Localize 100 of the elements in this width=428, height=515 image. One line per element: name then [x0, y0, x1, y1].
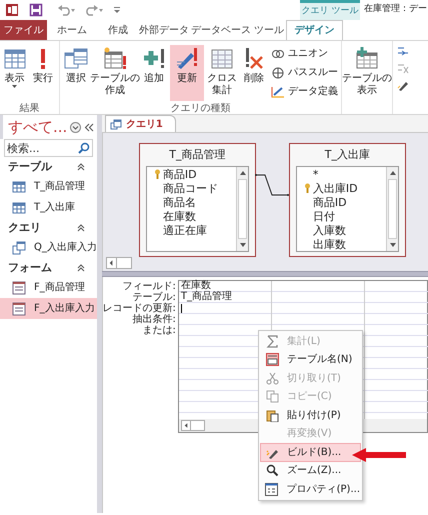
ribbon-button[interactable]: 追加	[140, 45, 168, 101]
field-name[interactable]: 入出庫ID	[312, 180, 358, 198]
collapse-icon[interactable]	[76, 264, 85, 272]
field-name[interactable]: 商品名	[162, 194, 196, 212]
plus-icon	[142, 47, 166, 71]
menu-item[interactable]: プロパティ(P)...	[260, 480, 361, 498]
collapse-icon[interactable]	[76, 163, 85, 171]
window-title: 在庫管理：デー	[363, 3, 428, 16]
builder-icon[interactable]	[397, 79, 409, 91]
table-icon	[12, 180, 26, 194]
document-tab[interactable]: クエリ1	[104, 115, 176, 132]
nav-item[interactable]: T_入出庫	[0, 197, 97, 218]
app-icon	[5, 3, 19, 17]
scrollbar[interactable]	[236, 167, 248, 251]
field-name[interactable]: 日付	[312, 208, 335, 226]
field-name[interactable]: *	[312, 166, 318, 184]
nav-item[interactable]: T_商品管理	[0, 176, 97, 197]
nav-title[interactable]: すべて...	[8, 116, 68, 138]
field-name[interactable]: 適正在庫	[162, 222, 207, 240]
table-box[interactable]: T_入出庫 * 入出庫ID 商品ID 日付 入庫数 出庫数	[288, 143, 406, 257]
ribbon-button[interactable]: 更新	[170, 45, 204, 101]
ribbon-button[interactable]: ユニオン	[270, 45, 339, 62]
row-label: 抽出条件:	[132, 314, 176, 325]
nav-item[interactable]: Q_入出庫入力	[0, 237, 97, 258]
row-label: または:	[142, 325, 176, 336]
ruler-icon	[271, 86, 285, 98]
row-label: テーブル:	[132, 292, 176, 303]
table-title: T_入出庫	[324, 147, 371, 163]
row-label: レコードの更新:	[102, 303, 176, 314]
menu-item[interactable]: テーブル名(N)	[260, 350, 361, 369]
ribbon-tab[interactable]: ホーム	[47, 20, 97, 40]
query-icon	[12, 240, 26, 254]
relationship-line	[254, 173, 289, 197]
field-name[interactable]: 入庫数	[312, 222, 346, 240]
grid-icon	[210, 47, 234, 71]
table-title: T_商品管理	[168, 147, 226, 163]
group-label: 結果	[18, 102, 40, 115]
field-name[interactable]: 商品ID	[312, 194, 347, 212]
search-field[interactable]: 検索...	[4, 139, 93, 157]
ribbon-button[interactable]: 選択	[62, 45, 90, 101]
table-icon	[12, 200, 26, 214]
grid-cell[interactable]: T_商品管理	[178, 292, 271, 303]
menu-item[interactable]: ビルド(B)...	[260, 443, 361, 462]
redo-icon[interactable]	[85, 4, 103, 16]
ribbon-button[interactable]: データ定義	[270, 83, 339, 100]
nav-item[interactable]: F_入出庫入力	[0, 298, 97, 319]
arrow-icon	[352, 448, 406, 462]
ribbon-button[interactable]: 削除	[240, 45, 268, 101]
table-plus-icon	[355, 47, 379, 71]
grid-cell[interactable]: 在庫数	[178, 281, 271, 292]
collapse-icon[interactable]	[84, 122, 94, 132]
ribbon-tab[interactable]: データベース ツール	[189, 20, 286, 40]
table-name-icon	[266, 353, 278, 366]
ribbon-button[interactable]: テーブルの 作成	[92, 45, 138, 101]
section-header[interactable]: クエリ	[8, 220, 41, 236]
exclamation-icon	[41, 49, 45, 69]
field-name[interactable]: 商品コード	[162, 180, 218, 198]
group-label: クエリの種類	[170, 102, 232, 115]
datasheet-icon	[2, 47, 26, 71]
row-label: フィールド:	[122, 281, 176, 292]
table-box[interactable]: T_商品管理 商品ID 商品コード 商品名 在庫数 適正在庫	[138, 143, 256, 257]
customize-icon[interactable]	[113, 6, 121, 14]
section-header[interactable]: テーブル	[8, 158, 52, 176]
field-name[interactable]: 在庫数	[162, 208, 196, 226]
menu-item[interactable]: 貼り付け(P)	[260, 406, 361, 424]
nav-item[interactable]: F_商品管理	[0, 277, 97, 298]
scrollbar[interactable]	[180, 420, 205, 431]
form-icon	[12, 280, 26, 294]
field-name[interactable]: 商品ID	[162, 166, 197, 184]
section-header[interactable]: フォーム	[8, 260, 52, 276]
search-icon[interactable]	[78, 142, 90, 154]
field-name[interactable]: 出庫数	[312, 236, 346, 254]
properties-icon	[265, 482, 278, 496]
tool-tab-label: クエリ ツール	[300, 0, 360, 20]
ribbon-button[interactable]: テーブルの 表示	[344, 45, 390, 101]
ribbon-button[interactable]: クロス 集計	[206, 45, 238, 101]
ribbon-button[interactable]: パススルー	[270, 64, 339, 81]
globe-icon	[271, 66, 285, 78]
collapse-icon[interactable]	[76, 224, 85, 232]
circles-icon	[271, 48, 285, 60]
tables-icon	[64, 47, 88, 71]
copy-icon	[266, 390, 278, 404]
scrollbar[interactable]	[386, 167, 398, 251]
ribbon-tab[interactable]: 作成	[97, 20, 139, 40]
ribbon-tab[interactable]: 外部データ	[139, 20, 189, 40]
undo-icon[interactable]	[57, 4, 75, 16]
dropdown-icon[interactable]	[70, 122, 81, 132]
save-icon[interactable]	[29, 3, 43, 17]
paste-icon	[266, 408, 278, 422]
key-icon	[304, 183, 311, 193]
key-icon	[154, 169, 161, 179]
ribbon-tab[interactable]: デザイン	[286, 20, 343, 40]
insert-rows-icon[interactable]	[397, 45, 409, 57]
file-tab[interactable]: ファイル	[0, 20, 47, 40]
form-icon	[12, 302, 26, 316]
scrollbar[interactable]	[106, 257, 132, 269]
query-icon	[110, 118, 122, 130]
ribbon-button[interactable]: 表示	[2, 45, 27, 101]
ribbon-button[interactable]: 実行	[29, 45, 57, 101]
menu-item[interactable]: ズーム(Z)...	[260, 462, 361, 480]
